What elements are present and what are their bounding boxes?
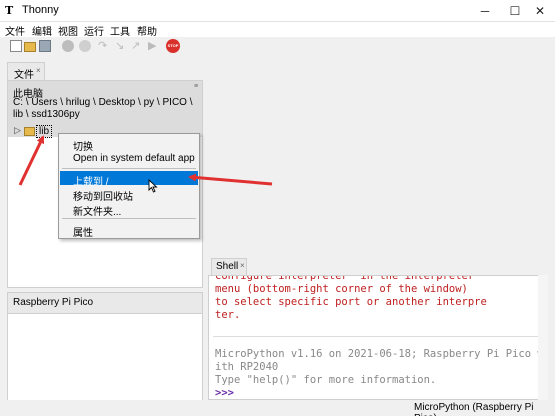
- tab-files[interactable]: 文件 ×: [7, 62, 45, 81]
- title-bar: T Thonny ─ ☐ ✕: [0, 0, 555, 22]
- close-button[interactable]: ✕: [525, 0, 555, 22]
- tab-shell-label: Shell: [216, 261, 239, 272]
- tab-files-label: 文件: [14, 70, 34, 81]
- shell-separator: [213, 336, 543, 337]
- step-into-icon[interactable]: ↘: [115, 40, 127, 52]
- menu-separator: [62, 218, 196, 219]
- menu-item-label: 新文件夹...: [73, 207, 122, 218]
- debug-icon[interactable]: [79, 40, 91, 52]
- shell-error-line: ter.: [215, 309, 241, 321]
- menu-edit[interactable]: 编辑: [32, 23, 52, 38]
- open-folder-icon[interactable]: [24, 42, 36, 52]
- tab-shell-close-icon[interactable]: ×: [240, 261, 245, 270]
- shell-error-line: to select specific port or another inter…: [215, 296, 487, 308]
- thonny-logo-icon: T: [5, 4, 14, 17]
- tab-files-close-icon[interactable]: ×: [36, 66, 41, 75]
- shell-panel[interactable]: configure interpreter in the interpreter…: [208, 275, 548, 400]
- toolbar: ↷ ↘ ↗ ▶ STOP: [0, 37, 555, 56]
- status-bar: MicroPython (Raspberry Pi Pico): [0, 400, 555, 416]
- menu-item-toggle[interactable]: 切换: [60, 136, 198, 153]
- tree-item-label[interactable]: lib: [36, 125, 53, 138]
- shell-error-line: menu (bottom-right corner of the window): [215, 283, 468, 295]
- menu-item-label: Open in system default app: [73, 153, 195, 164]
- pico-files-header: Raspberry Pi Pico: [7, 292, 203, 314]
- menu-view[interactable]: 视图: [58, 23, 78, 38]
- tab-shell[interactable]: Shell ×: [211, 258, 247, 275]
- step-over-icon[interactable]: ↷: [98, 40, 110, 52]
- menu-item-open-default[interactable]: Open in system default app: [60, 151, 198, 165]
- menu-item-upload[interactable]: 上载到 /: [60, 171, 198, 188]
- expand-arrow-icon[interactable]: ▷: [14, 125, 21, 136]
- new-file-icon[interactable]: [10, 40, 22, 52]
- menu-file[interactable]: 文件: [5, 23, 25, 38]
- menu-item-recycle[interactable]: 移动到回收站: [60, 186, 198, 203]
- context-menu: 切换 Open in system default app 上载到 / 移动到回…: [58, 133, 200, 239]
- path-line-1[interactable]: C: \ Users \ hrilug \ Desktop \ py \ PIC…: [13, 97, 193, 108]
- shell-prompt[interactable]: >>>: [215, 387, 234, 399]
- folder-icon: [24, 127, 35, 136]
- minimize-button[interactable]: ─: [470, 0, 500, 22]
- shell-info-line: Type "help()" for more information.: [215, 374, 437, 386]
- shell-error-line: configure interpreter in the interpreter: [215, 275, 475, 282]
- interpreter-status[interactable]: MicroPython (Raspberry Pi Pico): [414, 402, 555, 416]
- menu-run[interactable]: 运行: [84, 23, 104, 38]
- step-out-icon[interactable]: ↗: [131, 40, 143, 52]
- shell-info-line: MicroPython v1.16 on 2021-06-18; Raspber…: [215, 348, 544, 360]
- resume-icon[interactable]: ▶: [148, 40, 160, 52]
- shell-info-line: ith RP2040: [215, 361, 279, 373]
- stop-icon[interactable]: STOP: [166, 39, 180, 53]
- panel-menu-icon[interactable]: ≡: [194, 83, 200, 90]
- menu-item-properties[interactable]: 属性: [60, 222, 198, 239]
- menu-bar: 文件 编辑 视图 运行 工具 帮助: [0, 22, 555, 38]
- menu-tools[interactable]: 工具: [110, 23, 130, 38]
- path-line-2[interactable]: lib \ ssd1306py: [13, 109, 80, 120]
- mouse-cursor-icon: [148, 179, 158, 193]
- menu-item-label: 属性: [73, 228, 93, 239]
- window-title: Thonny: [22, 4, 59, 16]
- editor-area: [208, 56, 555, 256]
- shell-scrollbar[interactable]: [538, 275, 548, 400]
- menu-help[interactable]: 帮助: [137, 23, 157, 38]
- pico-files-panel: [7, 314, 203, 404]
- menu-separator: [62, 168, 196, 169]
- menu-item-new-folder[interactable]: 新文件夹...: [60, 201, 198, 218]
- pico-files-label: Raspberry Pi Pico: [13, 297, 94, 308]
- run-icon[interactable]: [62, 40, 74, 52]
- save-icon[interactable]: [39, 40, 51, 52]
